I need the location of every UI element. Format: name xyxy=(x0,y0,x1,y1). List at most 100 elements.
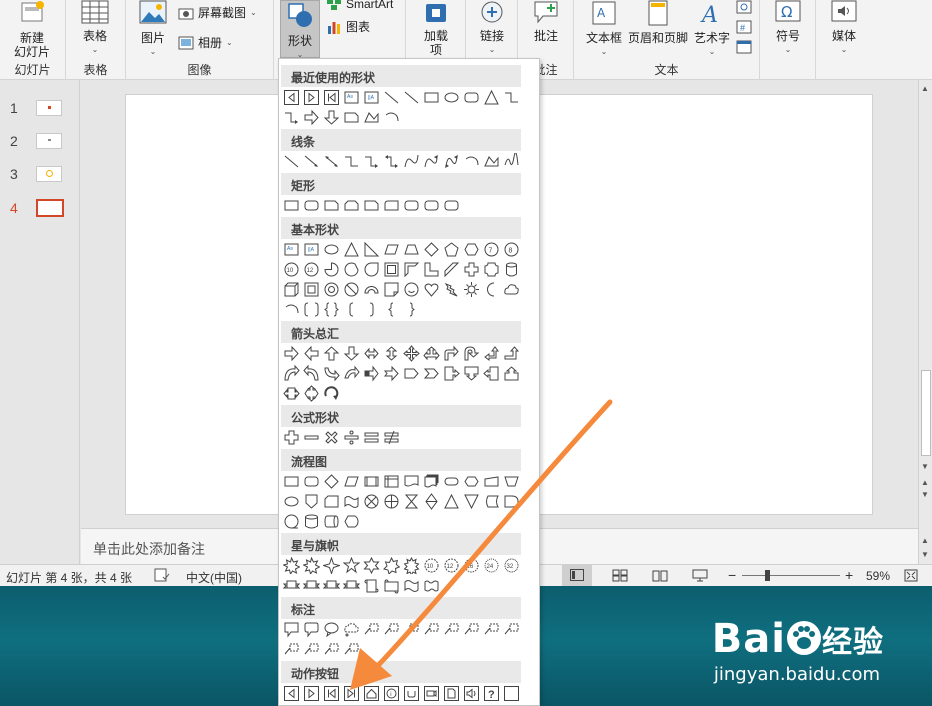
curvedbl-shape-icon[interactable] xyxy=(443,153,460,170)
multidoc-shape-icon[interactable] xyxy=(423,473,440,490)
gallery-scrollbar[interactable] xyxy=(523,59,539,705)
cloudcallout-shape-icon[interactable] xyxy=(343,621,360,638)
actbtn-doc-shape-icon[interactable] xyxy=(443,685,460,702)
plus-shape-icon[interactable] xyxy=(283,429,300,446)
pie-shape-icon[interactable] xyxy=(323,261,340,278)
directaccess-shape-icon[interactable] xyxy=(323,513,340,530)
star5-shape-icon[interactable] xyxy=(343,557,360,574)
next-slide-icon[interactable]: ▼ xyxy=(921,490,929,499)
bentarrow-shape-icon[interactable] xyxy=(443,345,460,362)
wrcallout-shape-icon[interactable] xyxy=(283,621,300,638)
noentry-shape-icon[interactable] xyxy=(343,281,360,298)
scroll-thumb[interactable] xyxy=(921,370,931,456)
storeddata-shape-icon[interactable] xyxy=(483,493,500,510)
oval-shape-icon[interactable] xyxy=(443,89,460,106)
darrow-shape-icon[interactable] xyxy=(343,345,360,362)
snip-shape-icon[interactable] xyxy=(323,197,340,214)
sumjunc-shape-icon[interactable] xyxy=(363,493,380,510)
seqaccess-shape-icon[interactable] xyxy=(283,513,300,530)
dec-shape-icon[interactable]: 10 xyxy=(283,261,300,278)
actbtn-fwd-shape-icon[interactable] xyxy=(303,685,320,702)
freeform-shape-icon[interactable] xyxy=(483,153,500,170)
diagstripe-shape-icon[interactable] xyxy=(443,261,460,278)
card-shape-icon[interactable] xyxy=(323,493,340,510)
textbox-shape-icon[interactable]: A≡ xyxy=(283,241,300,258)
star4-shape-icon[interactable] xyxy=(323,557,340,574)
scroll-down-icon[interactable]: ▼ xyxy=(921,462,929,471)
ribbon-shape-icon[interactable] xyxy=(283,577,300,594)
oval-shape-icon[interactable] xyxy=(283,493,300,510)
linecallout-shape-icon[interactable] xyxy=(503,621,520,638)
ribbon-shape-icon[interactable] xyxy=(303,577,320,594)
linecallout-shape-icon[interactable] xyxy=(323,641,340,658)
notchedr-shape-icon[interactable] xyxy=(383,365,400,382)
predef-shape-icon[interactable] xyxy=(363,473,380,490)
merge-shape-icon[interactable] xyxy=(463,493,480,510)
tear-shape-icon[interactable] xyxy=(363,261,380,278)
addins-button[interactable]: 加载 项 xyxy=(420,0,452,57)
wrrcallout-shape-icon[interactable] xyxy=(303,621,320,638)
dodec-shape-icon[interactable]: 12 xyxy=(303,261,320,278)
explosion-shape-icon[interactable] xyxy=(303,557,320,574)
curvedr-shape-icon[interactable] xyxy=(283,365,300,382)
arc-shape-icon[interactable] xyxy=(463,153,480,170)
rect-shape-icon[interactable] xyxy=(283,197,300,214)
lbracket-shape-icon[interactable] xyxy=(343,301,360,318)
lcallout-shape-icon[interactable] xyxy=(483,365,500,382)
slideshow-icon[interactable] xyxy=(692,569,708,582)
stripedr-shape-icon[interactable] xyxy=(363,365,380,382)
symbol-button[interactable]: Ω 符号 ⌄ xyxy=(770,0,806,57)
screenshot-button[interactable]: 屏幕截图 ⌄ xyxy=(178,4,257,21)
ribbon-shape-icon[interactable] xyxy=(343,577,360,594)
rbrace-shape-icon[interactable] xyxy=(403,301,420,318)
notes-scroll-up-icon[interactable]: ▲ xyxy=(921,536,929,545)
actbtn-sound-shape-icon[interactable] xyxy=(463,685,480,702)
delay-shape-icon[interactable] xyxy=(503,493,520,510)
offpage-shape-icon[interactable] xyxy=(303,493,320,510)
collate-shape-icon[interactable] xyxy=(403,493,420,510)
album-button[interactable]: 相册 ⌄ xyxy=(178,34,233,51)
darrow-shape-icon[interactable] xyxy=(323,109,340,126)
slide-number-icon[interactable]: # xyxy=(736,20,752,34)
udarrow-shape-icon[interactable] xyxy=(383,345,400,362)
textbox-shape-icon[interactable]: A≡ xyxy=(343,89,360,106)
zoom-slider-handle[interactable] xyxy=(765,570,770,581)
media-button[interactable]: 媒体 ⌄ xyxy=(826,0,862,57)
slide-thumbnail-3[interactable]: 3 xyxy=(10,166,62,182)
actbtn-back-shape-icon[interactable] xyxy=(283,89,300,106)
ribbon-shape-icon[interactable] xyxy=(323,577,340,594)
dblwave-shape-icon[interactable] xyxy=(423,577,440,594)
sort-shape-icon[interactable] xyxy=(423,493,440,510)
circarrow-shape-icon[interactable] xyxy=(323,385,340,402)
wave-shape-icon[interactable] xyxy=(403,577,420,594)
explosion-shape-icon[interactable] xyxy=(283,557,300,574)
snip-shape-icon[interactable] xyxy=(343,109,360,126)
zoom-level[interactable]: 59% xyxy=(866,569,890,583)
lbrace-shape-icon[interactable] xyxy=(383,301,400,318)
pent-shape-icon[interactable] xyxy=(443,241,460,258)
ucallout-shape-icon[interactable] xyxy=(503,365,520,382)
pentarrow-shape-icon[interactable] xyxy=(403,365,420,382)
rrect-shape-icon[interactable] xyxy=(303,197,320,214)
linecallout-shape-icon[interactable] xyxy=(463,621,480,638)
internal-shape-icon[interactable] xyxy=(383,473,400,490)
lshape-shape-icon[interactable] xyxy=(423,261,440,278)
lrarrow-shape-icon[interactable] xyxy=(363,345,380,362)
arrowline-shape-icon[interactable] xyxy=(303,153,320,170)
linecallout-shape-icon[interactable] xyxy=(423,621,440,638)
diamond-shape-icon[interactable] xyxy=(323,473,340,490)
para-shape-icon[interactable] xyxy=(343,473,360,490)
halfframe-shape-icon[interactable] xyxy=(403,261,420,278)
hex-shape-icon[interactable] xyxy=(463,241,480,258)
cloud-shape-icon[interactable] xyxy=(503,281,520,298)
rrect-shape-icon[interactable] xyxy=(443,197,460,214)
actbtn-fwd-shape-icon[interactable] xyxy=(303,89,320,106)
actbtn-help-shape-icon[interactable]: ? xyxy=(483,685,500,702)
zoom-out-button[interactable]: − xyxy=(728,567,736,583)
manual-shape-icon[interactable] xyxy=(483,473,500,490)
notes-scroll-down-icon[interactable]: ▼ xyxy=(921,550,929,559)
slide-thumbnail-1[interactable]: 1 xyxy=(10,100,62,116)
rcallout-shape-icon[interactable] xyxy=(443,365,460,382)
textbox-button[interactable]: A 文本框 ⌄ xyxy=(582,0,626,59)
plus-shape-icon[interactable] xyxy=(463,261,480,278)
